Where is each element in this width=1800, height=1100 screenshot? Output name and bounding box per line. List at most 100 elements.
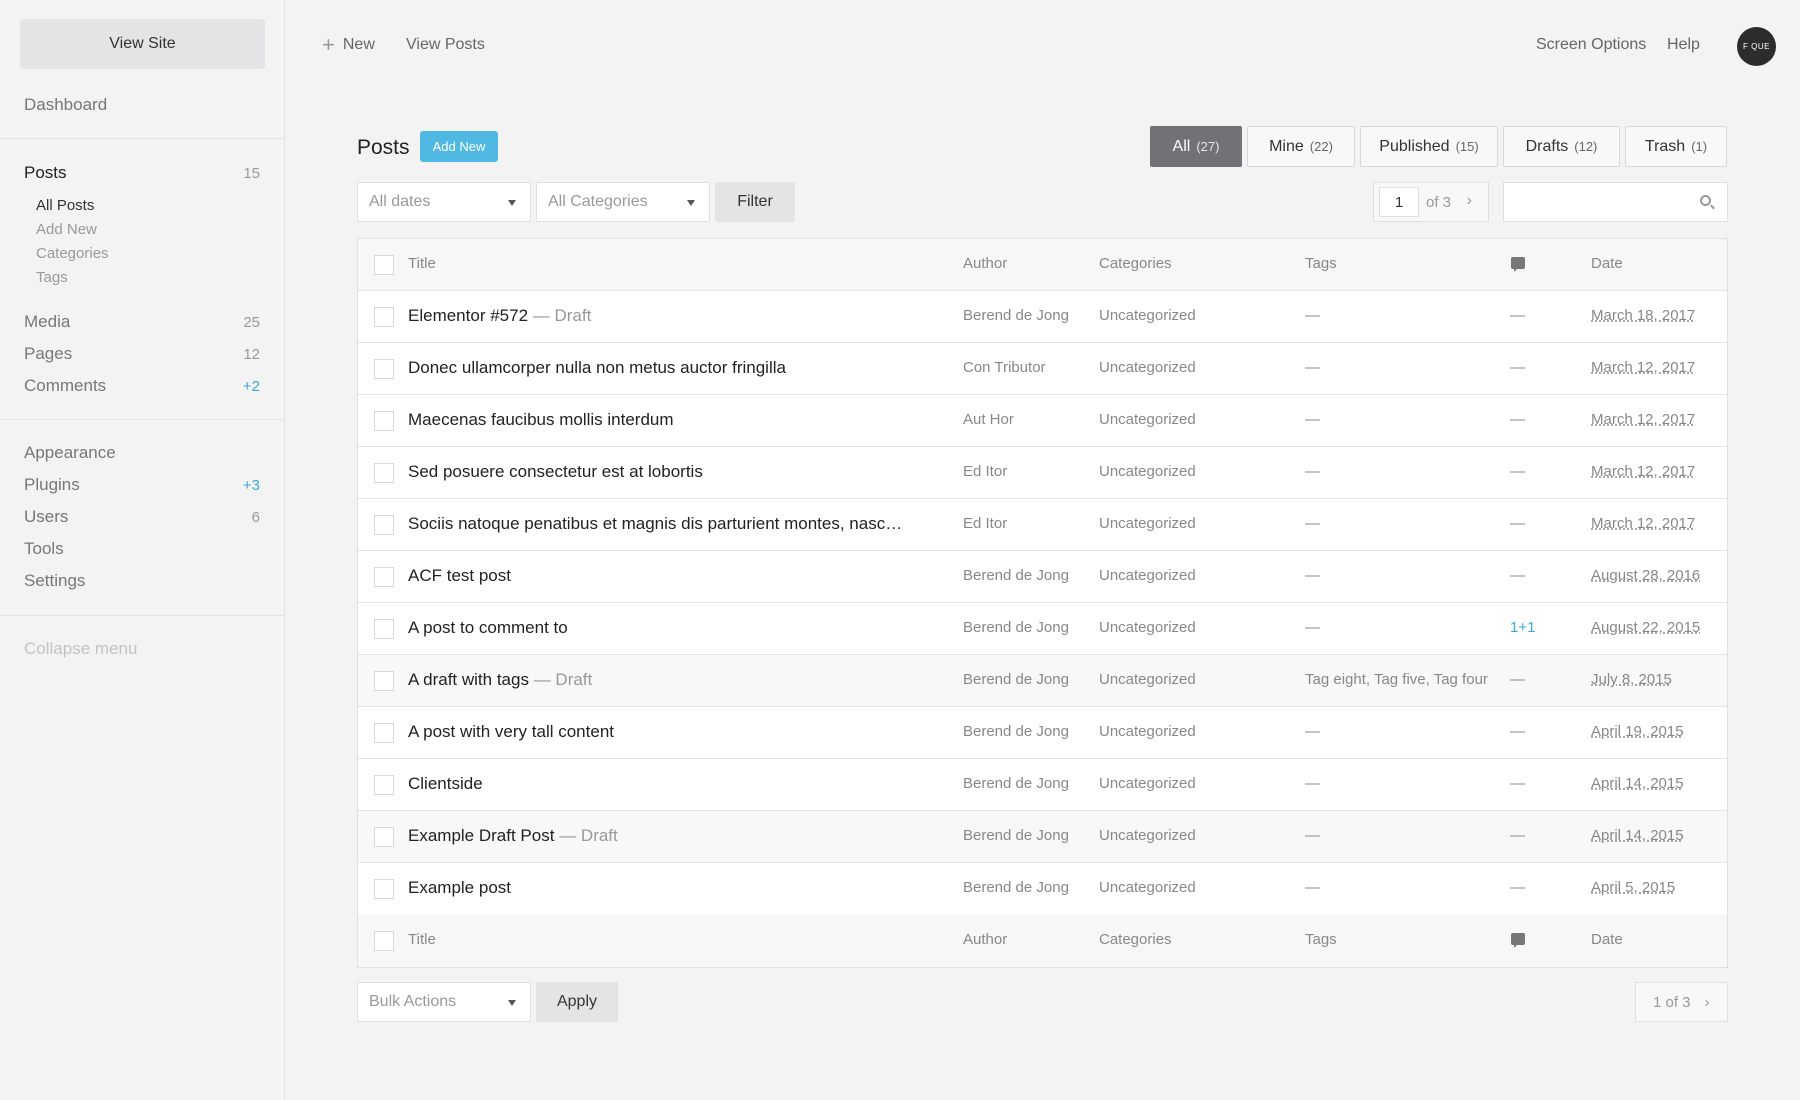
post-title-link[interactable]: ACF test post bbox=[408, 566, 908, 586]
post-tags[interactable]: Tag eight, Tag five, Tag four bbox=[1305, 671, 1495, 688]
post-category[interactable]: Uncategorized bbox=[1099, 359, 1279, 376]
post-author[interactable]: Berend de Jong bbox=[963, 827, 1083, 844]
search-icon[interactable] bbox=[1700, 195, 1711, 206]
select-all-checkbox[interactable] bbox=[374, 255, 394, 275]
post-title-link[interactable]: Example Draft Post — Draft bbox=[408, 826, 908, 846]
post-title-link[interactable]: A post to comment to bbox=[408, 618, 908, 638]
sidebar-item-appearance[interactable]: Appearance bbox=[24, 443, 116, 463]
tab-published[interactable]: Published (15) bbox=[1360, 126, 1498, 167]
column-date[interactable]: Date bbox=[1591, 255, 1721, 272]
tab-mine[interactable]: Mine (22) bbox=[1247, 126, 1355, 167]
post-category[interactable]: Uncategorized bbox=[1099, 879, 1279, 896]
select-all-checkbox[interactable] bbox=[374, 931, 394, 951]
new-button[interactable]: + New bbox=[322, 34, 375, 56]
sidebar-subitem-categories[interactable]: Categories bbox=[36, 245, 109, 262]
row-checkbox[interactable] bbox=[374, 411, 394, 431]
post-author[interactable]: Berend de Jong bbox=[963, 879, 1083, 896]
avatar[interactable]: F QUE bbox=[1737, 27, 1776, 66]
row-checkbox[interactable] bbox=[374, 879, 394, 899]
sidebar-subitem-tags[interactable]: Tags bbox=[36, 269, 68, 286]
row-checkbox[interactable] bbox=[374, 671, 394, 691]
post-tags: — bbox=[1305, 775, 1320, 792]
post-title-link[interactable]: Clientside bbox=[408, 774, 908, 794]
row-checkbox[interactable] bbox=[374, 463, 394, 483]
comment-bubble-icon[interactable] bbox=[1511, 257, 1525, 272]
post-title-link[interactable]: Donec ullamcorper nulla non metus auctor… bbox=[408, 358, 908, 378]
post-category[interactable]: Uncategorized bbox=[1099, 307, 1279, 324]
filter-button[interactable]: Filter bbox=[715, 182, 795, 222]
add-new-button[interactable]: Add New bbox=[420, 131, 498, 162]
search-input[interactable] bbox=[1503, 182, 1728, 222]
post-category[interactable]: Uncategorized bbox=[1099, 463, 1279, 480]
post-category[interactable]: Uncategorized bbox=[1099, 411, 1279, 428]
post-title-link[interactable]: Sociis natoque penatibus et magnis dis p… bbox=[408, 514, 908, 534]
post-title-link[interactable]: A draft with tags — Draft bbox=[408, 670, 908, 690]
post-category[interactable]: Uncategorized bbox=[1099, 723, 1279, 740]
dates-select[interactable]: All dates bbox=[357, 182, 531, 222]
row-checkbox[interactable] bbox=[374, 567, 394, 587]
column-date[interactable]: Date bbox=[1591, 931, 1721, 948]
post-author[interactable]: Berend de Jong bbox=[963, 567, 1083, 584]
post-title-link[interactable]: Example post bbox=[408, 878, 908, 898]
post-category[interactable]: Uncategorized bbox=[1099, 515, 1279, 532]
post-tags: — bbox=[1305, 567, 1320, 584]
post-title-link[interactable]: Sed posuere consectetur est at lobortis bbox=[408, 462, 908, 482]
bulk-actions-select[interactable]: Bulk Actions bbox=[357, 982, 531, 1022]
post-author[interactable]: Aut Hor bbox=[963, 411, 1083, 428]
sidebar-item-pages[interactable]: Pages bbox=[24, 344, 72, 364]
sidebar-item-users[interactable]: Users bbox=[24, 507, 68, 527]
sidebar-item-plugins[interactable]: Plugins bbox=[24, 475, 80, 495]
post-category[interactable]: Uncategorized bbox=[1099, 567, 1279, 584]
post-category[interactable]: Uncategorized bbox=[1099, 827, 1279, 844]
row-checkbox[interactable] bbox=[374, 359, 394, 379]
post-author[interactable]: Berend de Jong bbox=[963, 775, 1083, 792]
post-author[interactable]: Berend de Jong bbox=[963, 723, 1083, 740]
column-title[interactable]: Title bbox=[408, 931, 908, 948]
sidebar-subitem-all-posts[interactable]: All Posts bbox=[36, 197, 94, 214]
tab-trash[interactable]: Trash (1) bbox=[1625, 126, 1727, 167]
screen-options-button[interactable]: Screen Options bbox=[1536, 36, 1646, 54]
post-comments[interactable]: 1+1 bbox=[1510, 619, 1560, 636]
row-checkbox[interactable] bbox=[374, 723, 394, 743]
post-title-link[interactable]: A post with very tall content bbox=[408, 722, 908, 742]
chevron-right-icon[interactable]: › bbox=[1467, 192, 1472, 210]
post-author[interactable]: Ed Itor bbox=[963, 463, 1083, 480]
row-checkbox[interactable] bbox=[374, 619, 394, 639]
chevron-right-icon[interactable]: › bbox=[1705, 994, 1710, 1011]
post-category[interactable]: Uncategorized bbox=[1099, 671, 1279, 688]
sidebar-item-media[interactable]: Media bbox=[24, 312, 70, 332]
row-checkbox[interactable] bbox=[374, 515, 394, 535]
comment-bubble-icon[interactable] bbox=[1511, 933, 1525, 948]
post-author[interactable]: Berend de Jong bbox=[963, 307, 1083, 324]
post-category[interactable]: Uncategorized bbox=[1099, 619, 1279, 636]
row-checkbox[interactable] bbox=[374, 827, 394, 847]
post-category[interactable]: Uncategorized bbox=[1099, 775, 1279, 792]
help-button[interactable]: Help bbox=[1667, 36, 1700, 54]
post-tags: — bbox=[1305, 307, 1320, 324]
apply-button[interactable]: Apply bbox=[536, 982, 618, 1022]
post-author[interactable]: Con Tributor bbox=[963, 359, 1083, 376]
post-tags: — bbox=[1305, 827, 1320, 844]
tab-all[interactable]: All (27) bbox=[1150, 126, 1242, 167]
sidebar-item-tools[interactable]: Tools bbox=[24, 539, 64, 559]
row-checkbox[interactable] bbox=[374, 307, 394, 327]
sidebar-item-dashboard[interactable]: Dashboard bbox=[24, 95, 107, 115]
post-author[interactable]: Ed Itor bbox=[963, 515, 1083, 532]
sidebar-item-posts[interactable]: Posts bbox=[24, 163, 67, 183]
post-author[interactable]: Berend de Jong bbox=[963, 671, 1083, 688]
row-checkbox[interactable] bbox=[374, 775, 394, 795]
tab-drafts[interactable]: Drafts (12) bbox=[1503, 126, 1620, 167]
column-title[interactable]: Title bbox=[408, 255, 908, 272]
page-number-input[interactable] bbox=[1379, 187, 1419, 217]
view-posts-link[interactable]: View Posts bbox=[406, 36, 485, 54]
post-title-link[interactable]: Maecenas faucibus mollis interdum bbox=[408, 410, 908, 430]
categories-select[interactable]: All Categories bbox=[536, 182, 710, 222]
sidebar-subitem-add-new[interactable]: Add New bbox=[36, 221, 97, 238]
sidebar-item-comments[interactable]: Comments bbox=[24, 376, 106, 396]
table-row: A draft with tags — Draft Berend de Jong U… bbox=[358, 655, 1727, 707]
view-site-button[interactable]: View Site bbox=[20, 19, 265, 69]
post-title-link[interactable]: Elementor #572 — Draft bbox=[408, 306, 908, 326]
post-author[interactable]: Berend de Jong bbox=[963, 619, 1083, 636]
collapse-menu-button[interactable]: Collapse menu bbox=[24, 639, 137, 659]
sidebar-item-settings[interactable]: Settings bbox=[24, 571, 85, 591]
